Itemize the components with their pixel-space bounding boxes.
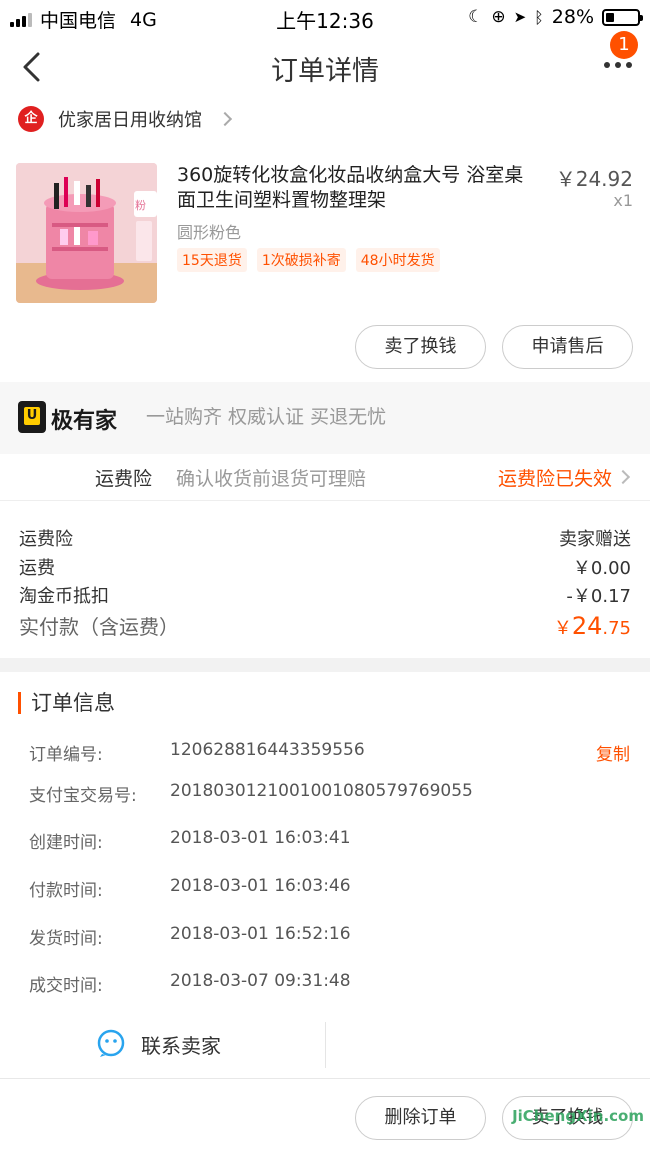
watermark: JiChengXin.com xyxy=(512,1107,644,1125)
chevron-right-icon xyxy=(615,469,631,485)
product-quantity: x1 xyxy=(613,191,633,210)
chevron-right-icon xyxy=(217,111,233,127)
deal-time-value: 2018-03-07 09:31:48 xyxy=(170,971,351,991)
product-spec: 圆形粉色 xyxy=(177,223,242,242)
status-bar: 中国电信 4G 上午12:36 ☾ ⊕ ➤ ᛒ 28% xyxy=(0,0,650,34)
jiyoujia-logo-icon xyxy=(18,401,46,433)
moon-icon: ☾ xyxy=(468,7,484,27)
cost-row: 运费险 卖家赠送 xyxy=(19,525,631,551)
order-number-label: 订单编号: xyxy=(29,745,103,765)
insurance-status: 运费险已失效 xyxy=(497,468,612,490)
divider xyxy=(325,1022,326,1068)
total-label: 实付款（含运费） xyxy=(19,615,179,639)
chat-smile-icon xyxy=(97,1029,125,1057)
rotation-lock-icon: ⊕ xyxy=(491,7,506,27)
notification-badge: 1 xyxy=(610,31,638,59)
contact-seller-button[interactable]: 联系卖家 xyxy=(0,1017,325,1073)
jiyoujia-banner: 极有家 一站购齐 权威认证 买退无忧 xyxy=(0,382,650,454)
insurance-desc: 确认收货前退货可理赔 xyxy=(176,468,367,490)
created-time-label: 创建时间: xyxy=(29,833,103,853)
order-info-title: 订单信息 xyxy=(18,692,115,714)
delete-order-button[interactable]: 删除订单 xyxy=(355,1096,486,1140)
order-info-section: 订单信息 订单编号: 120628816443359556 复制 支付宝交易号:… xyxy=(0,672,650,1078)
order-item-card: 优家居日用收纳馆 粉 360旋转化妆盒化妆品收纳盒大号 浴室桌面卫生间塑料置物整… xyxy=(0,100,650,382)
sell-button[interactable]: 卖了换钱 xyxy=(355,325,486,369)
service-tag: 48小时发货 xyxy=(355,248,440,272)
cost-summary: 运费险 卖家赠送 运费 ￥0.00 淘金币抵扣 -￥0.17 实付款（含运费） … xyxy=(0,500,650,658)
product-title[interactable]: 360旋转化妆盒化妆品收纳盒大号 浴室桌面卫生间塑料置物整理架 xyxy=(177,163,539,213)
cost-value: -￥0.17 xyxy=(566,586,631,607)
page-title: 订单详情 xyxy=(271,56,379,87)
cost-row: 运费 ￥0.00 xyxy=(19,554,631,580)
location-icon: ➤ xyxy=(513,8,527,26)
jiyoujia-name: 极有家 xyxy=(51,409,118,434)
alipay-trade-value: 2018030121001001080579769055 xyxy=(170,781,473,801)
insurance-label: 运费险 xyxy=(95,468,153,490)
cost-label: 淘金币抵扣 xyxy=(19,586,109,607)
product-price: ￥24.92 xyxy=(555,167,633,191)
created-time-value: 2018-03-01 16:03:41 xyxy=(170,828,351,848)
cost-label: 运费 xyxy=(19,558,55,579)
total-decimal: .75 xyxy=(602,618,631,639)
cost-label: 运费险 xyxy=(19,529,73,550)
total-value: ￥24.75 xyxy=(554,612,631,640)
shipped-time-label: 发货时间: xyxy=(29,929,103,949)
status-right: ☾ ⊕ ➤ ᛒ 28% xyxy=(468,6,643,28)
navbar: 订单详情 1 xyxy=(0,31,650,100)
bottom-action-bar: 删除订单 卖了换钱 JiChengXin.com xyxy=(0,1078,650,1155)
bluetooth-icon: ᛒ xyxy=(534,7,544,27)
more-icon[interactable] xyxy=(604,62,632,68)
shipping-insurance-row[interactable]: 运费险 确认收货前退货可理赔 运费险已失效 xyxy=(0,454,650,500)
shipped-time-value: 2018-03-01 16:52:16 xyxy=(170,924,351,944)
service-tag: 15天退货 xyxy=(177,248,247,272)
battery-percent: 28% xyxy=(551,6,594,28)
paid-time-label: 付款时间: xyxy=(29,881,103,901)
service-tag: 1次破损补寄 xyxy=(256,248,346,272)
alipay-trade-label: 支付宝交易号: xyxy=(29,786,137,806)
shop-logo-icon xyxy=(18,106,44,132)
contact-seller-label: 联系卖家 xyxy=(141,1034,221,1058)
service-tags: 15天退货 1次破损补寄 48小时发货 xyxy=(177,248,440,272)
product-image[interactable]: 粉 xyxy=(16,163,157,303)
shop-name: 优家居日用收纳馆 xyxy=(58,110,202,131)
shop-link[interactable]: 优家居日用收纳馆 xyxy=(18,106,233,132)
order-number-value: 120628816443359556 xyxy=(170,740,365,760)
after-sale-button[interactable]: 申请售后 xyxy=(502,325,633,369)
total-currency: ￥ xyxy=(553,618,572,639)
jiyoujia-slogan: 一站购齐 权威认证 买退无忧 xyxy=(146,406,387,428)
copy-button[interactable]: 复制 xyxy=(596,740,630,765)
paid-time-value: 2018-03-01 16:03:46 xyxy=(170,876,351,896)
deal-time-label: 成交时间: xyxy=(29,976,103,996)
total-integer: 24 xyxy=(571,612,603,640)
cost-value: 卖家赠送 xyxy=(559,529,631,550)
cost-row: 淘金币抵扣 -￥0.17 xyxy=(19,582,631,608)
cost-value: ￥0.00 xyxy=(572,558,631,579)
battery-icon xyxy=(602,8,643,26)
total-row: 实付款（含运费） ￥24.75 xyxy=(19,611,631,640)
svg-text:粉: 粉 xyxy=(135,199,146,212)
